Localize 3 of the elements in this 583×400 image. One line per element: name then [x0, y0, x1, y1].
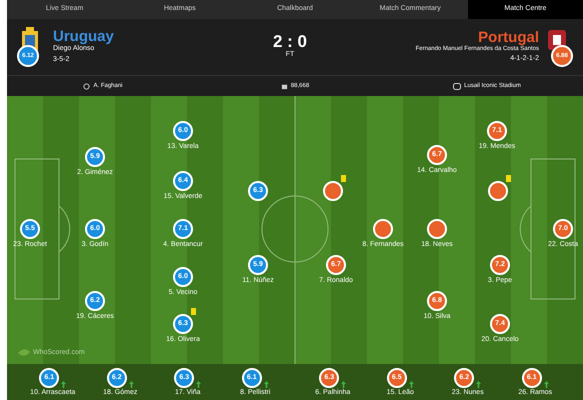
score: 2 : 0: [272, 33, 308, 50]
team-name: Portugal: [478, 30, 539, 45]
team-name: Uruguay: [53, 29, 114, 44]
